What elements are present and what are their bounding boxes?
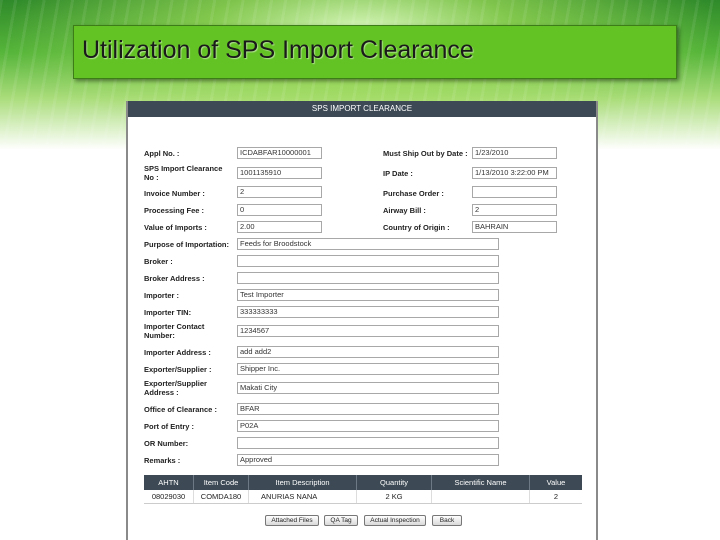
items-table-header: AHTN Item Code Item Description Quantity… (144, 475, 582, 490)
label-processing-fee: Processing Fee : (144, 206, 205, 215)
sps-clearance-no-field[interactable]: 1001135910 (237, 167, 322, 179)
airway-bill-field[interactable]: 2 (472, 204, 557, 216)
table-cell: 2 KG (357, 490, 432, 503)
exporter-field[interactable]: Shipper Inc. (237, 363, 499, 375)
label-purpose: Purpose of Importation: (144, 240, 229, 249)
column-header[interactable]: Item Description (249, 475, 357, 490)
label-exporter-address: Exporter/Supplier Address : (144, 379, 207, 397)
label-broker: Broker : (144, 257, 173, 266)
table-cell: 08029030 (144, 490, 194, 503)
label-invoice-number: Invoice Number : (144, 189, 205, 198)
label-ip-date: IP Date : (383, 169, 413, 178)
label-broker-address: Broker Address : (144, 274, 205, 283)
column-header[interactable]: Quantity (357, 475, 432, 490)
label-sps-clearance-no: SPS Import Clearance No : (144, 164, 223, 182)
actual-inspection-button[interactable]: Actual Inspection (364, 515, 426, 526)
importer-contact-field[interactable]: 1234567 (237, 325, 499, 337)
column-header[interactable]: AHTN (144, 475, 194, 490)
table-cell: 2 (553, 492, 559, 501)
processing-fee-field[interactable]: 0 (237, 204, 322, 216)
remarks-field[interactable]: Approved (237, 454, 499, 466)
table-cell: ANURIAS NANA (249, 490, 357, 503)
or-number-field[interactable] (237, 437, 499, 449)
label-importer-contact: Importer Contact Number: (144, 322, 205, 340)
label-remarks: Remarks : (144, 456, 181, 465)
importer-address-field[interactable]: add add2 (237, 346, 499, 358)
qa-tag-button[interactable]: QA Tag (324, 515, 358, 526)
port-of-entry-field[interactable]: P02A (237, 420, 499, 432)
importer-field[interactable]: Test Importer (237, 289, 499, 301)
label-country-of-origin: Country of Origin : (383, 223, 450, 232)
form-header: SPS IMPORT CLEARANCE (128, 101, 596, 117)
attached-files-button[interactable]: Attached Files (265, 515, 319, 526)
clearance-form-panel: SPS IMPORT CLEARANCE Appl No. : ICDABFAR… (126, 101, 598, 540)
value-of-imports-field[interactable]: 2.00 (237, 221, 322, 233)
office-of-clearance-field[interactable]: BFAR (237, 403, 499, 415)
back-button[interactable]: Back (432, 515, 462, 526)
broker-address-field[interactable] (237, 272, 499, 284)
importer-tin-field[interactable]: 333333333 (237, 306, 499, 318)
table-cell: COMDA180 (194, 490, 249, 503)
label-importer: Importer : (144, 291, 180, 300)
label-office-of-clearance: Office of Clearance : (144, 405, 217, 414)
label-exporter: Exporter/Supplier : (144, 365, 212, 374)
exporter-address-field[interactable]: Makati City (237, 382, 499, 394)
ip-date-field[interactable]: 1/13/2010 3:22:00 PM (472, 167, 557, 179)
country-of-origin-field[interactable]: BAHRAIN (472, 221, 557, 233)
invoice-number-field[interactable]: 2 (237, 186, 322, 198)
label-purchase-order: Purchase Order : (383, 189, 444, 198)
table-row[interactable]: 08029030 COMDA180 ANURIAS NANA 2 KG 2 (144, 490, 582, 504)
broker-field[interactable] (237, 255, 499, 267)
column-header[interactable]: Item Code (194, 475, 249, 490)
label-importer-address: Importer Address : (144, 348, 211, 357)
column-header[interactable]: Scientific Name (432, 475, 530, 490)
label-value-of-imports: Value of Imports : (144, 223, 207, 232)
slide-title-bar: Utilization of SPS Import Clearance (73, 25, 677, 79)
purchase-order-field[interactable] (472, 186, 557, 198)
label-port-of-entry: Port of Entry : (144, 422, 194, 431)
purpose-field[interactable]: Feeds for Broodstock (237, 238, 499, 250)
label-importer-tin: Importer TIN: (144, 308, 192, 317)
table-cell (432, 490, 530, 503)
label-appl-no: Appl No. : (144, 149, 180, 158)
label-airway-bill: Airway Bill : (383, 206, 426, 215)
column-header[interactable]: Value (530, 475, 582, 490)
must-ship-out-field[interactable]: 1/23/2010 (472, 147, 557, 159)
label-or-number: OR Number: (144, 439, 189, 448)
appl-no-field[interactable]: ICDABFAR10000001 (237, 147, 322, 159)
slide-title: Utilization of SPS Import Clearance (82, 36, 474, 64)
label-must-ship-out: Must Ship Out by Date : (383, 149, 468, 158)
